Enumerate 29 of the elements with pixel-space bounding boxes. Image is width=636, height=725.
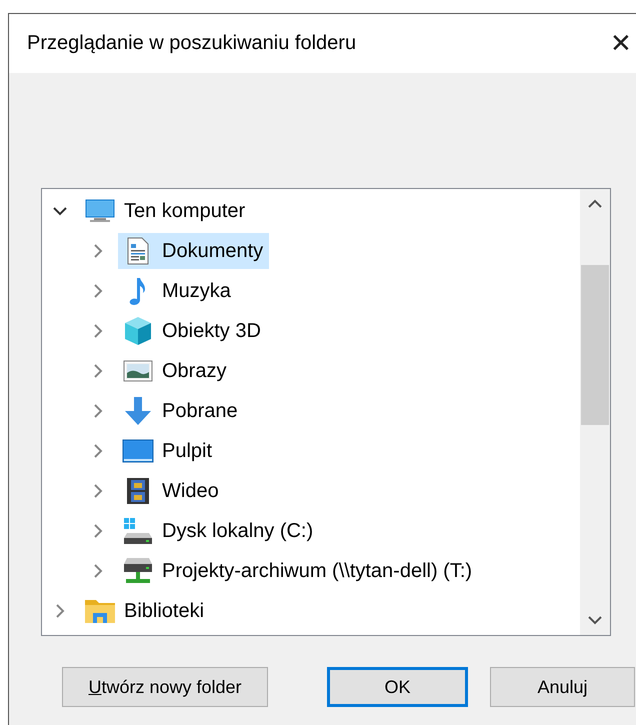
scrollbar[interactable]	[580, 189, 610, 635]
dialog-button[interactable]: Utwórz nowy folder	[62, 667, 268, 707]
dialog-button[interactable]: OK	[327, 667, 468, 707]
film-strip-icon	[127, 478, 149, 504]
down-arrow-icon	[125, 397, 151, 425]
tree-item[interactable]: Ten komputer	[80, 193, 252, 229]
cube-icon	[125, 317, 151, 345]
tree-item[interactable]: Biblioteki	[80, 593, 210, 629]
tree-item[interactable]: Muzyka	[118, 273, 237, 309]
music-note-icon	[130, 278, 145, 305]
dialog-button[interactable]: Anuluj	[490, 667, 635, 707]
tree-item[interactable]: Pulpit	[118, 433, 218, 469]
tree-item[interactable]: Wideo	[118, 473, 225, 509]
tree-item[interactable]: Obrazy	[118, 353, 232, 389]
picture-frame-icon	[124, 360, 152, 382]
scroll-thumb[interactable]	[581, 265, 609, 425]
close-button[interactable]: ✕	[606, 28, 636, 59]
window-title: Przeglądanie w poszukiwaniu folderu	[27, 32, 356, 55]
document-icon	[128, 238, 148, 264]
tree-item[interactable]: Obiekty 3D	[118, 313, 267, 349]
tree-item[interactable]: Projekty-archiwum (\\tytan-dell) (T:)	[118, 553, 478, 589]
network-drive-icon	[124, 558, 152, 583]
tree-item[interactable]: Dokumenty	[118, 233, 270, 269]
tree-item[interactable]: Pobrane	[118, 393, 244, 429]
folder-icon	[85, 600, 115, 623]
desktop-icon	[122, 440, 154, 462]
computer-icon	[86, 200, 114, 222]
hard-drive-icon	[124, 518, 152, 544]
tree-item[interactable]: Dysk lokalny (C:)	[118, 513, 320, 549]
